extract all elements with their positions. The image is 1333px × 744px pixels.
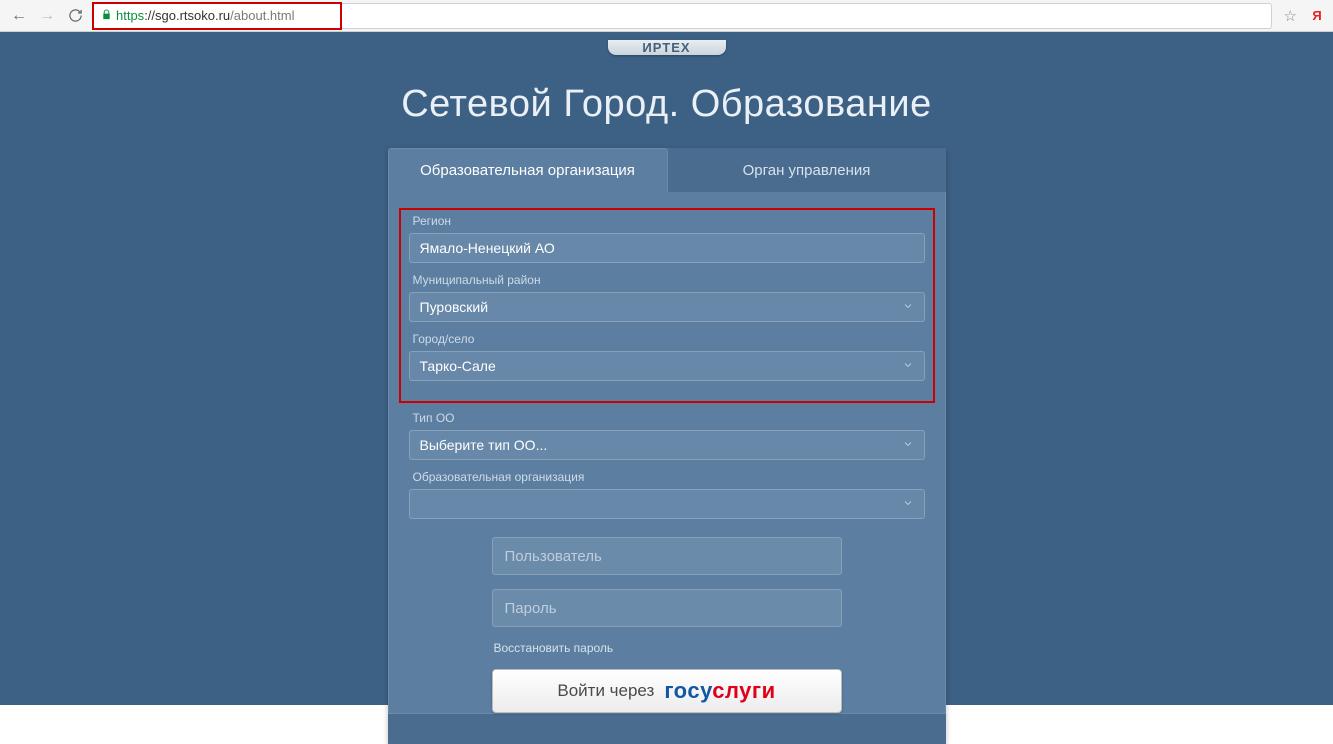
restore-password-link[interactable]: Восстановить пароль bbox=[494, 641, 842, 655]
forward-button[interactable]: → bbox=[36, 5, 58, 27]
chevron-down-icon bbox=[902, 358, 914, 374]
page-content: ИРТЕХ Сетевой Город. Образование Образов… bbox=[0, 32, 1333, 705]
region-value: Ямало-Ненецкий АО bbox=[420, 240, 555, 256]
tab-government-label: Орган управления bbox=[743, 162, 871, 179]
password-input[interactable]: Пароль bbox=[492, 589, 842, 627]
field-region: Регион Ямало-Ненецкий АО bbox=[409, 214, 925, 263]
city-select[interactable]: Тарко-Сале bbox=[409, 351, 925, 381]
org-label: Образовательная организация bbox=[413, 470, 925, 484]
reload-button[interactable] bbox=[64, 5, 86, 27]
tab-body: Регион Ямало-Ненецкий АО Муниципальный р… bbox=[388, 192, 946, 714]
type-select[interactable]: Выберите тип ОО... bbox=[409, 430, 925, 460]
gosuslugi-login-button[interactable]: Войти через госуслуги bbox=[492, 669, 842, 713]
browser-toolbar: ← → https://sgo.rtsoko.ru/about.html ☆ Я bbox=[0, 0, 1333, 32]
district-value: Пуровский bbox=[420, 299, 489, 315]
city-label: Город/село bbox=[413, 332, 925, 346]
login-block: Пользователь Пароль Восстановить пароль … bbox=[492, 537, 842, 713]
tab-bar: Образовательная организация Орган управл… bbox=[388, 148, 946, 192]
city-value: Тарко-Сале bbox=[420, 358, 496, 374]
back-button[interactable]: ← bbox=[8, 5, 30, 27]
chevron-down-icon bbox=[902, 299, 914, 315]
district-label: Муниципальный район bbox=[413, 273, 925, 287]
username-input[interactable]: Пользователь bbox=[492, 537, 842, 575]
gosuslugi-prefix: Войти через bbox=[557, 681, 654, 701]
logo-text: ИРТЕХ bbox=[642, 40, 690, 55]
lock-icon bbox=[101, 9, 112, 23]
region-label: Регион bbox=[413, 214, 925, 228]
url-bar[interactable]: https://sgo.rtsoko.ru/about.html bbox=[92, 3, 1272, 29]
field-district: Муниципальный район Пуровский bbox=[409, 273, 925, 322]
password-placeholder: Пароль bbox=[505, 600, 557, 617]
district-select[interactable]: Пуровский bbox=[409, 292, 925, 322]
username-placeholder: Пользователь bbox=[505, 548, 602, 565]
tab-organization[interactable]: Образовательная организация bbox=[388, 148, 668, 192]
logo-badge: ИРТЕХ bbox=[608, 40, 726, 55]
chevron-down-icon bbox=[902, 437, 914, 453]
annotation-highlight-fields: Регион Ямало-Ненецкий АО Муниципальный р… bbox=[399, 208, 935, 403]
field-type: Тип ОО Выберите тип ОО... bbox=[409, 411, 925, 460]
bookmark-icon[interactable]: ☆ bbox=[1284, 7, 1297, 25]
field-org: Образовательная организация bbox=[409, 470, 925, 519]
tab-organization-label: Образовательная организация bbox=[420, 162, 635, 179]
region-select[interactable]: Ямало-Ненецкий АО bbox=[409, 233, 925, 263]
tab-government[interactable]: Орган управления bbox=[668, 148, 946, 192]
type-label: Тип ОО bbox=[413, 411, 925, 425]
gosuslugi-logo: госуслуги bbox=[664, 678, 775, 704]
org-select[interactable] bbox=[409, 489, 925, 519]
type-value: Выберите тип ОО... bbox=[420, 437, 548, 453]
url-text: https://sgo.rtsoko.ru/about.html bbox=[116, 8, 295, 23]
page-title: Сетевой Город. Образование bbox=[401, 83, 932, 126]
yandex-extension-icon[interactable]: Я bbox=[1309, 8, 1325, 24]
login-panel: Образовательная организация Орган управл… bbox=[388, 148, 946, 744]
chevron-down-icon bbox=[902, 496, 914, 512]
field-city: Город/село Тарко-Сале bbox=[409, 332, 925, 381]
